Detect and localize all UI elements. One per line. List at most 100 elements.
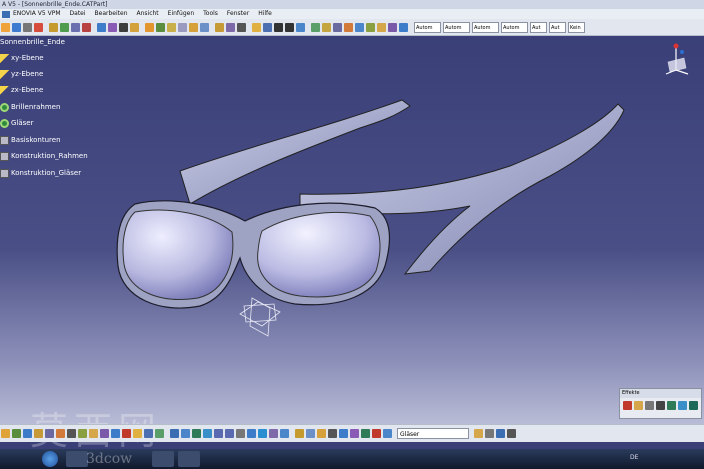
taskbar-app[interactable] bbox=[152, 451, 174, 467]
tool-icon[interactable] bbox=[496, 429, 505, 438]
tool-icon[interactable] bbox=[97, 22, 106, 32]
tool-icon[interactable] bbox=[12, 429, 21, 438]
tool-icon[interactable] bbox=[296, 22, 305, 32]
tool-icon[interactable] bbox=[311, 22, 320, 32]
tool-icon[interactable] bbox=[507, 429, 516, 438]
tool-icon[interactable] bbox=[226, 22, 235, 32]
tool-icon[interactable] bbox=[71, 22, 80, 32]
sketch-tool-icon[interactable] bbox=[200, 22, 209, 32]
tree-item-konstruktion-glaeser[interactable]: Konstruktion_Gläser bbox=[0, 167, 81, 179]
zoom-in-icon[interactable] bbox=[214, 429, 223, 438]
menu-bearbeiten[interactable]: Bearbeiten bbox=[95, 9, 128, 19]
tool-icon[interactable] bbox=[322, 22, 331, 32]
language-indicator[interactable]: DE bbox=[630, 454, 638, 461]
tree-item-yz-plane[interactable]: yz-Ebene bbox=[0, 68, 43, 80]
grid-icon[interactable] bbox=[119, 22, 128, 32]
menu-logo[interactable]: ENOVIA V5 VPM bbox=[13, 9, 61, 19]
swap-space-icon[interactable] bbox=[280, 429, 289, 438]
menu-tools[interactable]: Tools bbox=[203, 9, 218, 19]
tool-icon[interactable] bbox=[317, 429, 326, 438]
tool-icon[interactable] bbox=[23, 429, 32, 438]
rotate-icon[interactable] bbox=[203, 429, 212, 438]
tool-icon[interactable] bbox=[130, 22, 139, 32]
tool-icon[interactable] bbox=[372, 429, 381, 438]
tool-icon[interactable] bbox=[100, 429, 109, 438]
sketch-tool-icon[interactable] bbox=[167, 22, 176, 32]
tool-icon[interactable] bbox=[34, 429, 43, 438]
sketch-tool-icon[interactable] bbox=[189, 22, 198, 32]
tool-icon[interactable] bbox=[366, 22, 375, 32]
zoom-out-icon[interactable] bbox=[225, 429, 234, 438]
tool-icon[interactable] bbox=[344, 22, 353, 32]
tool-icon[interactable] bbox=[155, 429, 164, 438]
tool-icon[interactable] bbox=[328, 429, 337, 438]
tool-icon[interactable] bbox=[355, 22, 364, 32]
tool-icon[interactable] bbox=[350, 429, 359, 438]
start-button[interactable] bbox=[42, 451, 58, 467]
tool-icon[interactable] bbox=[60, 22, 69, 32]
tool-icon[interactable] bbox=[82, 22, 91, 32]
tool-icon[interactable] bbox=[45, 429, 54, 438]
menu-fenster[interactable]: Fenster bbox=[227, 9, 249, 19]
tool-icon[interactable] bbox=[295, 429, 304, 438]
effect-icon[interactable] bbox=[645, 401, 654, 410]
tree-item-zx-plane[interactable]: zx-Ebene bbox=[0, 84, 43, 96]
3d-viewport[interactable] bbox=[0, 36, 704, 424]
save-icon[interactable] bbox=[23, 22, 32, 32]
tool-icon[interactable] bbox=[111, 429, 120, 438]
normal-view-icon[interactable] bbox=[236, 429, 245, 438]
tool-icon[interactable] bbox=[263, 22, 272, 32]
tool-icon[interactable] bbox=[49, 22, 58, 32]
line-icon[interactable] bbox=[274, 22, 283, 32]
effect-icon[interactable] bbox=[623, 401, 632, 410]
menu-einfuegen[interactable]: Einfügen bbox=[168, 9, 194, 19]
tool-icon[interactable] bbox=[108, 22, 117, 32]
tool-icon[interactable] bbox=[215, 22, 224, 32]
combo-5[interactable]: Aut bbox=[530, 21, 547, 33]
effect-icon[interactable] bbox=[689, 401, 698, 410]
sketch-tool-icon[interactable] bbox=[156, 22, 165, 32]
tree-item-konstruktion-rahmen[interactable]: Konstruktion_Rahmen bbox=[0, 150, 88, 162]
menu-datei[interactable]: Datei bbox=[70, 9, 86, 19]
tool-icon[interactable] bbox=[252, 22, 261, 32]
menu-ansicht[interactable]: Ansicht bbox=[137, 9, 159, 19]
effect-icon[interactable] bbox=[634, 401, 643, 410]
combo-4[interactable]: Autom bbox=[501, 21, 528, 33]
tool-icon[interactable] bbox=[388, 22, 397, 32]
tool-icon[interactable] bbox=[306, 429, 315, 438]
fit-all-icon[interactable] bbox=[181, 429, 190, 438]
selection-combo[interactable]: Gläser bbox=[397, 428, 469, 439]
compass-icon[interactable] bbox=[662, 40, 696, 78]
shading-icon[interactable] bbox=[258, 429, 267, 438]
fly-mode-icon[interactable] bbox=[170, 429, 179, 438]
tree-item-glaeser[interactable]: Gläser bbox=[0, 117, 34, 129]
cut-icon[interactable] bbox=[34, 22, 43, 32]
taskbar-app-catia[interactable] bbox=[66, 451, 88, 467]
tool-icon[interactable] bbox=[339, 429, 348, 438]
tool-icon[interactable] bbox=[399, 22, 408, 32]
tool-icon[interactable] bbox=[89, 429, 98, 438]
combo-2[interactable]: Autom bbox=[443, 21, 470, 33]
line-icon[interactable] bbox=[285, 22, 294, 32]
tool-icon[interactable] bbox=[333, 22, 342, 32]
tool-icon[interactable] bbox=[474, 429, 483, 438]
effect-icon[interactable] bbox=[656, 401, 665, 410]
tree-item-brillenrahmen[interactable]: Brillenrahmen bbox=[0, 101, 60, 113]
tool-icon[interactable] bbox=[133, 429, 142, 438]
tool-icon[interactable] bbox=[56, 429, 65, 438]
tree-root[interactable]: Sonnenbrille_Ende bbox=[0, 38, 65, 46]
tool-icon[interactable] bbox=[67, 429, 76, 438]
combo-3[interactable]: Autom bbox=[472, 21, 499, 33]
effect-icon[interactable] bbox=[667, 401, 676, 410]
tool-icon[interactable] bbox=[144, 429, 153, 438]
combo-7[interactable]: Kein bbox=[568, 21, 585, 33]
views-icon[interactable] bbox=[247, 429, 256, 438]
effect-icon[interactable] bbox=[678, 401, 687, 410]
tool-icon[interactable] bbox=[361, 429, 370, 438]
tree-item-xy-plane[interactable]: xy-Ebene bbox=[0, 52, 44, 64]
sketch-tool-icon[interactable] bbox=[145, 22, 154, 32]
combo-1[interactable]: Autom bbox=[414, 21, 441, 33]
open-icon[interactable] bbox=[12, 22, 21, 32]
tool-icon[interactable] bbox=[1, 429, 10, 438]
sketch-tool-icon[interactable] bbox=[178, 22, 187, 32]
